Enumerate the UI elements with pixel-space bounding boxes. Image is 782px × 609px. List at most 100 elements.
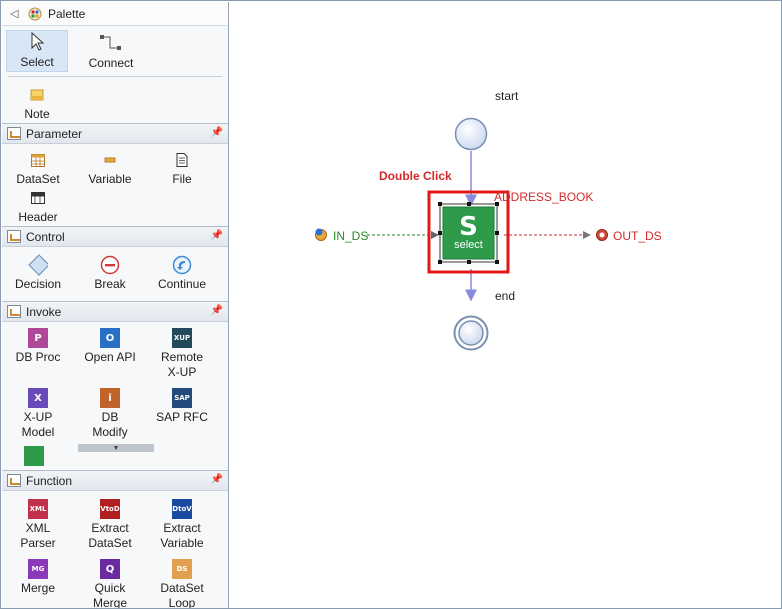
merge-icon: MG [28,559,48,579]
node-caption: select [454,238,483,251]
palette-title: Palette [48,6,86,21]
input-param-icon [315,228,327,241]
tools-divider [8,76,222,77]
xup-model-icon: X [28,388,48,408]
decision-item[interactable]: Decision [5,254,71,292]
xml-parser-item[interactable]: XML XML Parser [5,499,71,551]
remote-xup-icon: XUP [172,328,192,348]
file-label: File [172,172,192,186]
collapse-arrow-icon[interactable]: ◁ [10,7,22,20]
merge-item[interactable]: MG Merge [5,559,71,596]
start-event[interactable] [454,117,488,151]
variable-item[interactable]: Variable [77,150,143,187]
parameter-section-title: Parameter [26,126,83,141]
select-node-label[interactable]: S select [443,207,494,259]
db-proc-label: DB Proc [15,350,61,364]
control-section-title: Control [26,229,65,244]
editor-window: ◁ Palette Select Connect Note Parameter … [0,0,782,609]
extract-variable-item[interactable]: DtoV Extract Variable [149,499,215,551]
extract-variable-icon: DtoV [172,499,192,519]
break-item[interactable]: Break [77,255,143,292]
open-api-label: Open API [84,350,136,364]
diagram-canvas[interactable]: start end Double Click ADDRESS_BOOK S se… [230,2,781,608]
continue-icon [172,255,192,275]
scroll-down-button[interactable]: ▼ [78,444,154,452]
connector-icon [100,35,121,50]
pin-icon[interactable]: 📌 [211,127,223,138]
db-modify-label-1: DB [101,410,119,424]
pin-icon[interactable]: 📌 [211,474,223,485]
function-section-header[interactable]: Function 📌 [2,471,228,491]
quick-merge-label-2: Merge [92,596,127,608]
remote-xup-label-2: X-UP [167,365,197,379]
merge-label: Merge [20,581,55,595]
decision-icon [28,254,48,276]
invoke-section-header[interactable]: Invoke 📌 [2,302,228,322]
quick-merge-icon: Q [100,559,120,579]
start-label: start [495,89,519,103]
node-title: ADDRESS_BOOK [494,190,594,204]
output-label[interactable]: OUT_DS [613,229,662,243]
variable-label: Variable [88,172,132,186]
select-tool-label: Select [20,55,54,69]
invoke-section-title: Invoke [26,304,62,319]
pin-icon[interactable]: 📌 [211,230,223,241]
select-tool[interactable]: Select [6,30,68,72]
extract-dataset-label-2: DataSet [88,536,132,550]
control-section: Control 📌 Decision Break Continue [2,226,228,299]
quick-merge-item[interactable]: Q Quick Merge [77,559,143,608]
open-api-item[interactable]: O Open API [77,328,143,365]
parameter-section: Parameter 📌 DataSet Variable File Header [2,123,228,224]
sap-rfc-item[interactable]: SAP SAP RFC [149,388,215,425]
break-icon [100,255,120,275]
dataset-label: DataSet [16,172,60,186]
xup-model-label-2: Model [21,425,55,439]
extract-dataset-label-1: Extract [91,521,129,535]
db-modify-item[interactable]: i DB Modify [77,388,143,440]
db-proc-icon: P [28,328,48,348]
xml-parser-label-1: XML [25,521,51,535]
pin-icon[interactable]: 📌 [211,305,223,316]
continue-item[interactable]: Continue [149,255,215,292]
remote-xup-label-1: Remote [160,350,204,364]
connect-tool[interactable]: Connect [80,30,142,72]
end-label: end [495,289,516,303]
dataset-loop-label-2: Loop [168,596,196,608]
dataset-icon [28,150,48,170]
parameter-section-header[interactable]: Parameter 📌 [2,124,228,144]
palette-header: ◁ Palette [2,2,228,26]
db-proc-item[interactable]: P DB Proc [5,328,71,365]
output-param-icon [596,229,608,241]
variable-icon [100,150,120,170]
continue-label: Continue [157,277,207,291]
note-item[interactable]: Note [12,85,62,123]
dataset-loop-label-1: DataSet [160,581,204,595]
palette-panel: ◁ Palette Select Connect Note Parameter … [2,2,229,608]
xup-model-label-1: X-UP [23,410,53,424]
double-click-hint: Double Click [379,169,452,183]
dataset-loop-item[interactable]: DS DataSet Loop [149,559,215,608]
xup-model-item[interactable]: X X-UP Model [5,388,71,440]
file-item[interactable]: File [149,150,215,187]
function-section-title: Function [26,473,73,488]
control-section-header[interactable]: Control 📌 [2,227,228,247]
palette-icon [28,7,42,20]
dataset-item[interactable]: DataSet [5,150,71,187]
connect-tool-label: Connect [88,56,134,70]
drawer-icon [7,230,21,243]
extract-variable-label-1: Extract [163,521,201,535]
db-modify-icon: i [100,388,120,408]
note-label: Note [24,107,50,121]
extract-variable-label-2: Variable [160,536,204,550]
remote-xup-item[interactable]: XUP Remote X-UP [149,328,215,380]
extract-dataset-icon: VtoD [100,499,120,519]
drawer-icon [7,127,21,140]
quick-merge-label-1: Quick [94,581,126,595]
xml-parser-icon: XML [28,499,48,519]
input-label[interactable]: IN_DS [333,229,368,243]
break-label: Break [94,277,126,291]
note-icon [27,85,47,105]
sap-rfc-icon: SAP [172,388,192,408]
header-item[interactable]: Header [5,188,71,225]
extract-dataset-item[interactable]: VtoD Extract DataSet [77,499,143,551]
